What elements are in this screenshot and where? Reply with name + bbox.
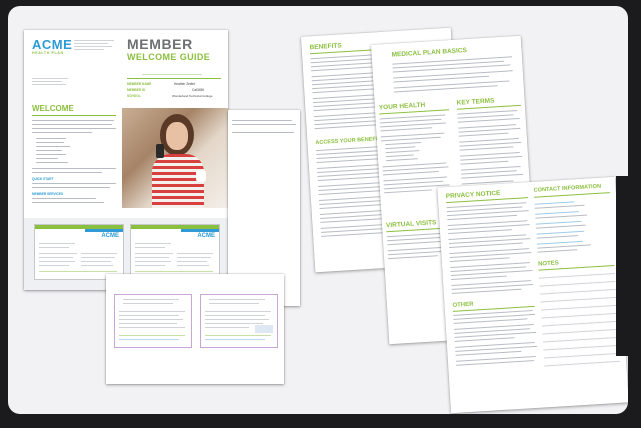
medical-heading: MEDICAL PLAN BASICS [391,47,468,59]
quick-start-heading: QUICK START [32,177,54,181]
dark-frame: ACME HEALTH PLAN MEMBER WELCOME GUIDE ME… [0,0,641,428]
presentation-board: ACME HEALTH PLAN MEMBER WELCOME GUIDE ME… [8,6,628,414]
welcome-guide-page: ACME HEALTH PLAN MEMBER WELCOME GUIDE ME… [24,30,228,290]
member-id-value: Cat3456 [192,88,205,92]
school-value: Wonderland Technical College [172,94,213,98]
id-card-back-2 [200,294,278,348]
your-health-heading: YOUR HEALTH [378,101,426,112]
member-id-label: MEMBER ID [127,88,146,92]
benefits-heading: BENEFITS [309,42,342,52]
welcome-heading: WELCOME [32,104,74,113]
member-services-heading: MEMBER SERVICES [32,192,64,196]
id-card-back [114,294,192,348]
notes-heading: NOTES [537,260,559,268]
dark-edge [616,176,628,356]
acme-logo: ACME HEALTH PLAN [32,38,72,55]
id-card-sheet [106,274,284,384]
guide-title-welcome: WELCOME GUIDE [127,52,211,62]
card-logo-2: ACME [197,233,215,239]
school-label: SCHOOL [127,94,141,98]
woman-with-phone-photo [122,108,228,208]
member-name-label: MEMBER NAME [127,82,152,86]
id-card-front-2: ACME [130,224,220,280]
key-terms-heading: KEY TERMS [456,97,495,107]
logo-text: ACME [32,37,73,52]
member-name-value: Heather Zeifert [174,82,196,86]
guide-title-member: MEMBER [127,36,193,52]
other-heading: OTHER [452,301,474,309]
privacy-page: PRIVACY NOTICE CONTACT INFORMATION OTHER… [437,176,628,414]
card-logo: ACME [101,233,119,239]
access-heading: ACCESS YOUR BENEFITS [315,135,385,147]
id-card-front: ACME [34,224,124,280]
